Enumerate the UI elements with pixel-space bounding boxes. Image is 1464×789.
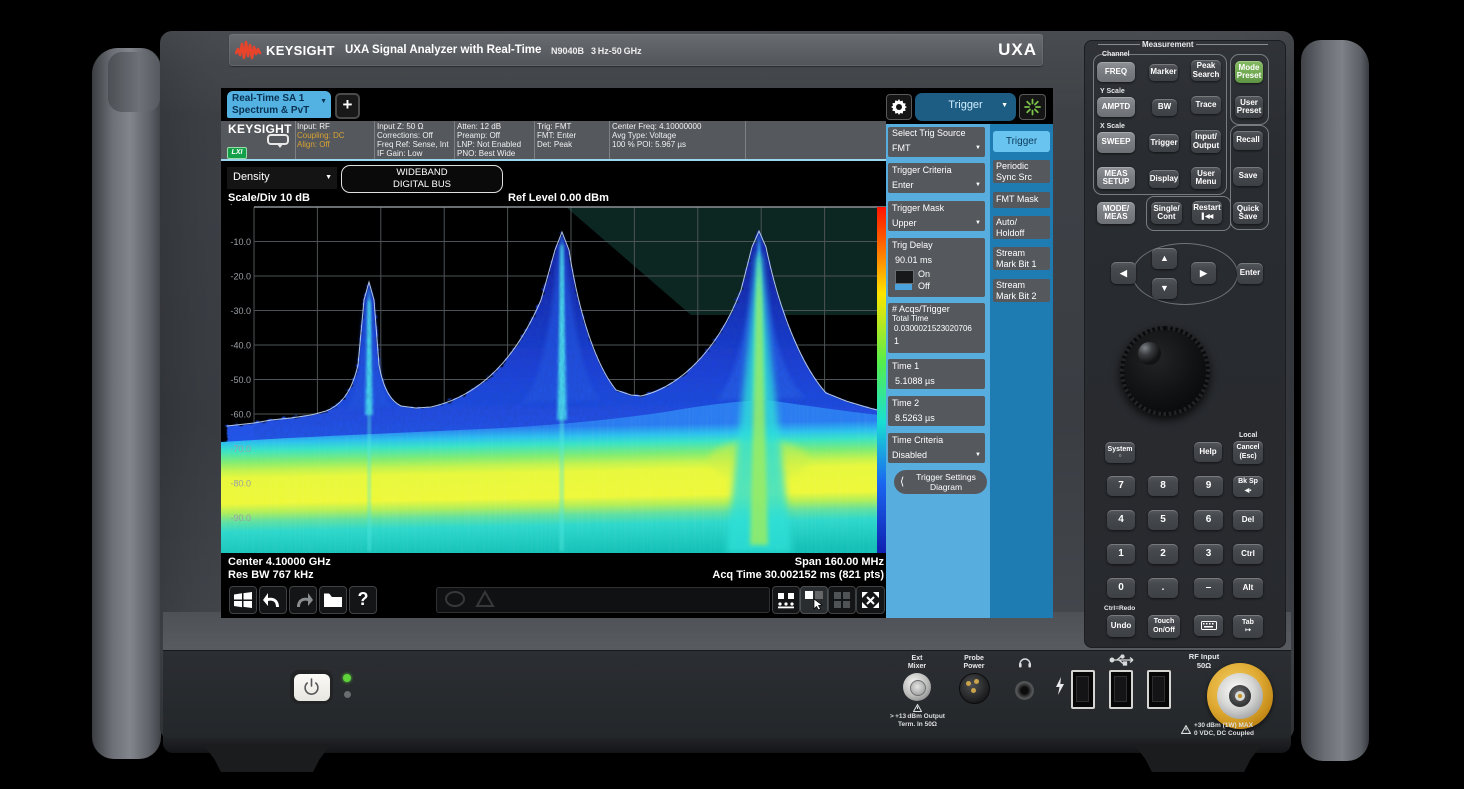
svg-text:-60.0: -60.0 (230, 410, 251, 420)
svg-text:-20.0: -20.0 (230, 272, 251, 282)
svg-text:-40.0: -40.0 (230, 341, 251, 351)
svg-text:-70.0: -70.0 (230, 444, 251, 454)
svg-text:-50.0: -50.0 (230, 375, 251, 385)
svg-text:-90.0: -90.0 (230, 513, 251, 523)
svg-text:-30.0: -30.0 (230, 306, 251, 316)
svg-text:-80.0: -80.0 (230, 479, 251, 489)
svg-text:-10.0: -10.0 (230, 237, 251, 247)
